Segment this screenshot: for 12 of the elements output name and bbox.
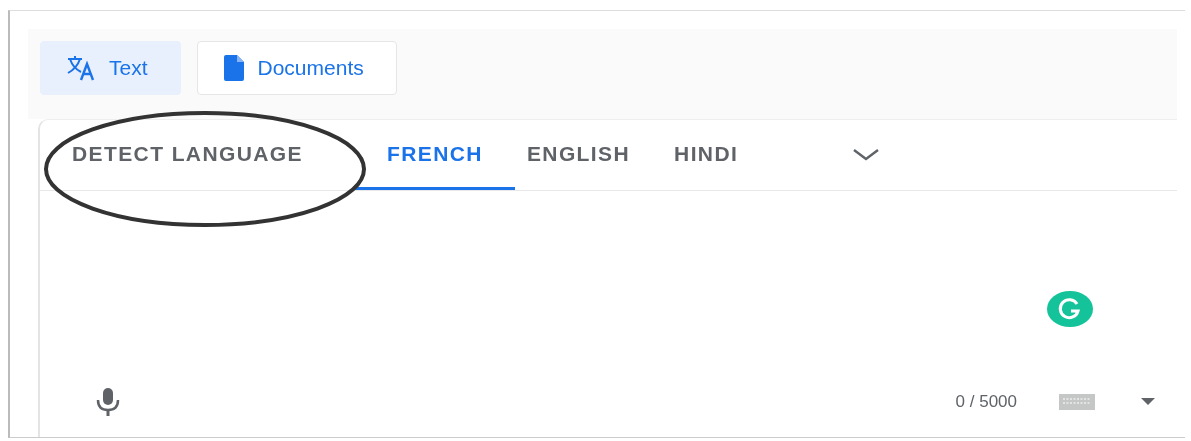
chevron-down-icon <box>852 148 881 162</box>
mode-tab[interactable]: Text <box>40 41 181 95</box>
language-tab[interactable]: FRENCH <box>355 120 515 190</box>
translate-icon <box>67 55 95 81</box>
document-icon <box>223 55 244 81</box>
character-count: 0 / 5000 <box>955 392 1017 412</box>
mode-tab[interactable]: Documents <box>196 41 397 95</box>
keyboard-icon[interactable] <box>1059 394 1095 410</box>
language-tab[interactable]: ENGLISH <box>514 120 663 190</box>
dropdown-caret-icon[interactable] <box>1141 398 1155 406</box>
language-tab[interactable]: HINDI <box>662 120 771 190</box>
microphone-icon[interactable] <box>94 387 122 417</box>
